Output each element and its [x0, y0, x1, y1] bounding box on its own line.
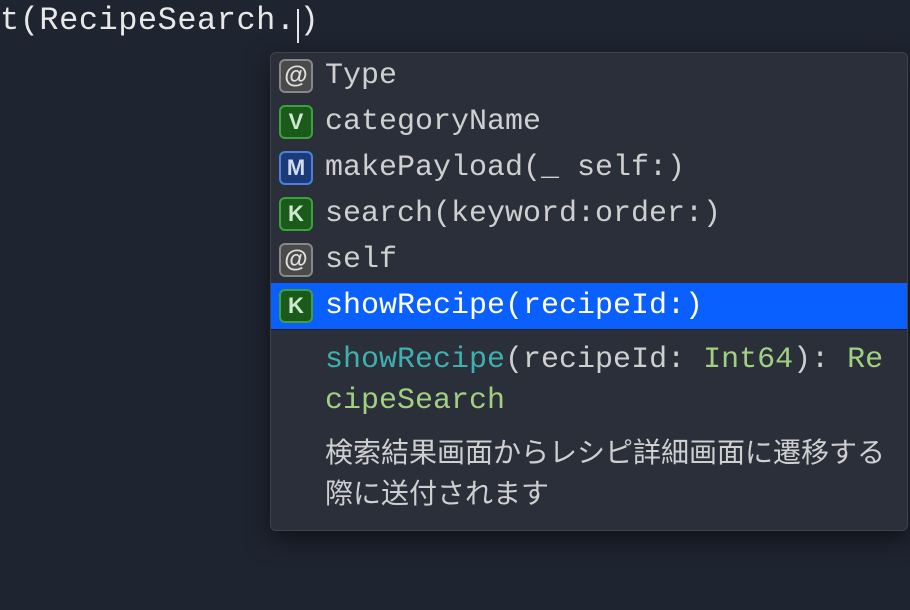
signature-param-type: Int64 — [703, 343, 793, 377]
completion-label: showRecipe(recipeId:) — [325, 289, 703, 323]
completion-list[interactable]: @TypeVcategoryNameMmakePayload(_ self:)K… — [271, 53, 907, 329]
text-caret — [297, 9, 299, 43]
completion-kind-badge: @ — [279, 59, 313, 93]
signature-param-name: recipeId — [523, 343, 667, 377]
signature-function-name: showRecipe — [325, 343, 505, 377]
completion-label: self — [325, 243, 397, 277]
completion-detail-panel: showRecipe(recipeId: Int64): RecipeSearc… — [271, 329, 907, 530]
signature-paren-close: ): — [793, 343, 847, 377]
completion-label: search(keyword:order:) — [325, 197, 721, 231]
completion-doc: 検索結果画面からレシピ詳細画面に遷移する際に送付されます — [325, 433, 893, 514]
signature-colon: : — [667, 343, 703, 377]
completion-label: makePayload(_ self:) — [325, 151, 685, 185]
completion-label: categoryName — [325, 105, 541, 139]
completion-kind-badge: @ — [279, 243, 313, 277]
signature-paren-open: ( — [505, 343, 523, 377]
completion-item[interactable]: @ self — [271, 237, 907, 283]
completion-kind-badge: K — [279, 197, 313, 231]
code-after-caret: ) — [300, 2, 320, 39]
code-before-caret: t(RecipeSearch. — [0, 2, 296, 39]
completion-item[interactable]: VcategoryName — [271, 99, 907, 145]
completion-label: Type — [325, 59, 397, 93]
completion-kind-badge: M — [279, 151, 313, 185]
completion-signature: showRecipe(recipeId: Int64): RecipeSearc… — [325, 340, 893, 421]
completion-kind-badge: V — [279, 105, 313, 139]
completion-kind-badge: K — [279, 289, 313, 323]
editor-line[interactable]: t(RecipeSearch.) — [0, 0, 910, 39]
completion-popup[interactable]: @TypeVcategoryNameMmakePayload(_ self:)K… — [270, 52, 908, 531]
completion-item[interactable]: MmakePayload(_ self:) — [271, 145, 907, 191]
completion-item[interactable]: @ Type — [271, 53, 907, 99]
completion-item[interactable]: KshowRecipe(recipeId:) — [271, 283, 907, 329]
completion-item[interactable]: Ksearch(keyword:order:) — [271, 191, 907, 237]
